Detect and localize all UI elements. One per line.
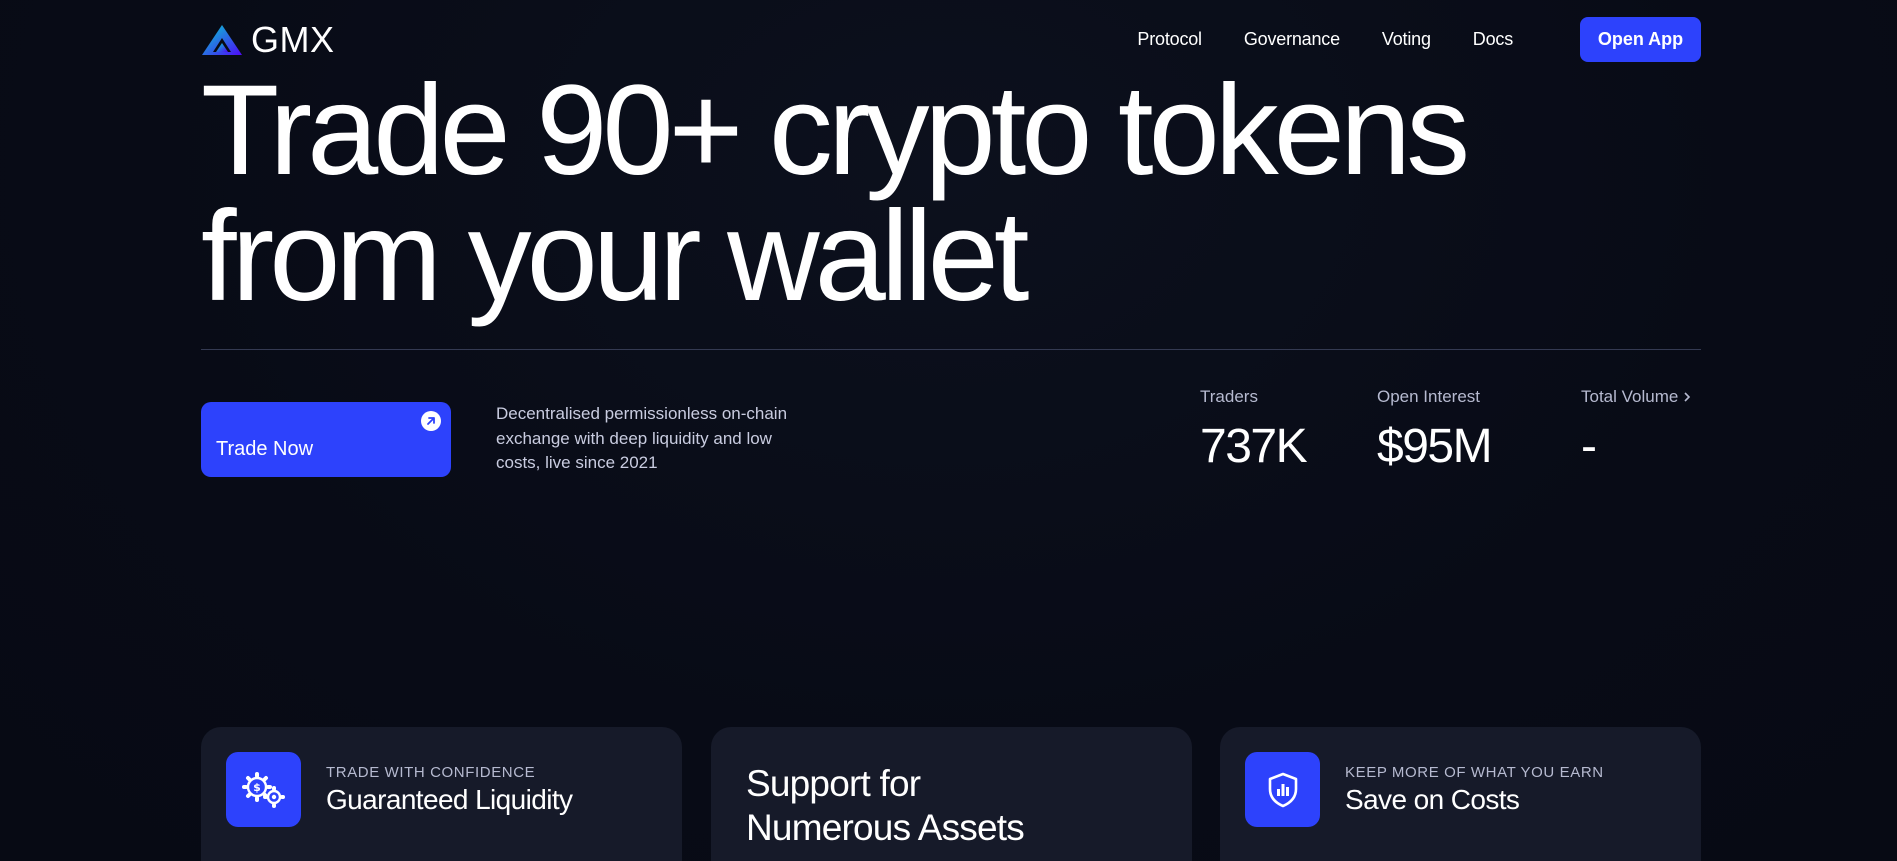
svg-text:$: $	[253, 781, 261, 794]
stat-label: Traders	[1200, 387, 1258, 406]
chevron-right-icon	[1684, 392, 1691, 402]
brand-name: GMX	[251, 19, 335, 60]
stat-value: 737K	[1200, 420, 1308, 473]
nav-docs[interactable]: Docs	[1473, 29, 1513, 50]
card-title: Save on Costs	[1345, 784, 1520, 815]
stat-traders: Traders 737K	[1200, 387, 1308, 473]
top-nav-bar: GMX Protocol Governance Voting Docs Open…	[201, 17, 1701, 62]
feature-card-costs: KEEP MORE OF WHAT YOU EARN Save on Costs	[1220, 727, 1701, 861]
card-title: Guaranteed Liquidity	[326, 784, 573, 815]
card-kicker: TRADE WITH CONFIDENCE	[326, 764, 536, 781]
stat-total-volume[interactable]: Total Volume -	[1581, 387, 1692, 473]
hero-divider	[201, 349, 1701, 350]
gmx-logo[interactable]: GMX	[201, 22, 335, 58]
open-app-button[interactable]: Open App	[1580, 17, 1701, 62]
stat-open-interest: Open Interest $95M	[1377, 387, 1493, 473]
feature-card-liquidity: $ TRADE WITH CONFIDENCE Guaranteed Liqui…	[201, 727, 682, 861]
nav-protocol[interactable]: Protocol	[1137, 29, 1202, 50]
main-nav: Protocol Governance Voting Docs Open App	[1137, 17, 1701, 62]
arrow-up-right-icon	[421, 411, 441, 431]
card-kicker: KEEP MORE OF WHAT YOU EARN	[1345, 764, 1604, 781]
gears-dollar-icon: $	[226, 752, 301, 827]
nav-governance[interactable]: Governance	[1244, 29, 1340, 50]
feature-card-assets: Support for Numerous Assets	[711, 727, 1192, 861]
trade-now-button[interactable]: Trade Now	[201, 402, 451, 477]
hero-description: Decentralised permissionless on-chain ex…	[496, 404, 788, 472]
stat-value: -	[1581, 420, 1597, 473]
nav-voting[interactable]: Voting	[1382, 29, 1431, 50]
stat-label[interactable]: Total Volume	[1581, 387, 1692, 407]
trade-now-label: Trade Now	[216, 438, 314, 460]
hero-title-line-2: from your wallet	[201, 185, 1029, 328]
hero-title-line-1: Trade 90+ crypto tokens	[201, 59, 1470, 202]
shield-chart-icon	[1245, 752, 1320, 827]
stat-label: Open Interest	[1377, 387, 1481, 406]
gmx-logo-icon	[202, 25, 242, 55]
card-title: Support for Numerous Assets	[746, 763, 1025, 848]
stat-value: $95M	[1377, 420, 1493, 473]
hero-title: Trade 90+ crypto tokens from your wallet	[201, 59, 1701, 328]
